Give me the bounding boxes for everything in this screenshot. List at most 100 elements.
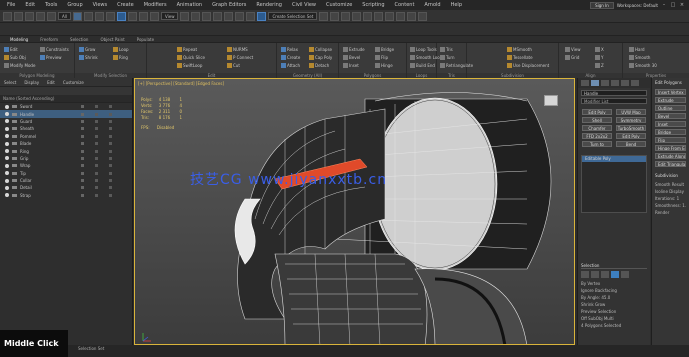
ribbon-hard-button[interactable]: Hard — [629, 46, 645, 52]
freeze-icon[interactable] — [81, 127, 84, 131]
ribbon-relax-button[interactable]: Relax — [281, 46, 298, 52]
ribbon-looptools-button[interactable]: Loop Tools — [410, 46, 437, 52]
edit-named-selection-icon[interactable] — [257, 11, 267, 21]
iterations-spinner[interactable]: Iterations: 1 — [655, 196, 686, 201]
ribbon-bridge-button[interactable]: Bridge — [375, 46, 394, 52]
ribbon-y-button[interactable]: Y — [595, 54, 603, 60]
ribbon-view-align-button[interactable]: View — [565, 46, 581, 52]
ribbon-repeat-button[interactable]: Repeat — [177, 46, 197, 52]
unlink-icon[interactable] — [36, 11, 45, 21]
box-mode-icon[interactable] — [109, 142, 112, 146]
ignore-backfacing-checkbox[interactable]: Ignore Backfacing — [581, 287, 647, 294]
scene-row[interactable]: Guard — [0, 118, 132, 125]
maximize-icon[interactable]: □ — [670, 2, 676, 8]
align-icon[interactable] — [330, 11, 340, 21]
scene-tab-customize[interactable]: Customize — [59, 80, 88, 85]
ribbon-nurms-button[interactable]: NURMS — [227, 46, 248, 52]
scene-tab-display[interactable]: Display — [20, 80, 43, 85]
visibility-eye-icon[interactable] — [5, 193, 9, 198]
render-toggle-icon[interactable] — [95, 193, 98, 197]
visibility-eye-icon[interactable] — [5, 134, 9, 139]
visibility-eye-icon[interactable] — [5, 141, 9, 146]
render-toggle-icon[interactable] — [95, 179, 98, 183]
shrink-grow-buttons[interactable]: Shrink Grow — [581, 301, 647, 308]
modifier-button[interactable]: TurboSmooth — [616, 125, 646, 131]
rendered-frame-icon[interactable] — [407, 11, 417, 21]
freeze-icon[interactable] — [81, 186, 84, 190]
box-mode-icon[interactable] — [109, 119, 112, 123]
ribbon-preview-button[interactable]: Preview — [40, 54, 62, 60]
extrude-along-spline-button[interactable]: Extrude Along Spline — [655, 153, 686, 159]
menu-animation[interactable]: Animation — [172, 2, 208, 8]
select-scale-icon[interactable] — [138, 11, 148, 21]
box-mode-icon[interactable] — [109, 186, 112, 190]
redo-icon[interactable] — [14, 11, 23, 21]
motion-tab-icon[interactable] — [611, 80, 619, 86]
freeze-icon[interactable] — [81, 105, 84, 109]
element-level-icon[interactable] — [621, 271, 629, 278]
menu-modifiers[interactable]: Modifiers — [139, 2, 172, 8]
ribbon-bevel-button[interactable]: Bevel — [343, 54, 360, 60]
box-mode-icon[interactable] — [109, 105, 112, 109]
polygon-level-icon[interactable] — [611, 271, 619, 278]
select-object-icon[interactable] — [72, 11, 82, 21]
freeze-icon[interactable] — [81, 179, 84, 183]
ribbon-constraints-button[interactable]: Constraints — [40, 46, 69, 52]
bind-spacewarp-icon[interactable] — [47, 11, 56, 21]
modifier-button[interactable]: Shell — [582, 117, 612, 123]
tab-object-paint[interactable]: Object Paint — [94, 37, 130, 42]
modifier-button[interactable]: Turn to — [582, 141, 612, 147]
box-mode-icon[interactable] — [109, 149, 112, 153]
curve-editor-icon[interactable] — [363, 11, 373, 21]
ribbon-cut-button[interactable]: Cut — [227, 62, 240, 68]
render-toggle-icon[interactable] — [95, 186, 98, 190]
freeze-icon[interactable] — [81, 112, 84, 116]
ribbon-edit-button[interactable]: Edit — [4, 46, 18, 52]
display-tab-icon[interactable] — [621, 80, 629, 86]
inset-button[interactable]: Inset — [655, 121, 686, 127]
select-manipulate-icon[interactable] — [191, 11, 201, 21]
ribbon-create-button[interactable]: Create — [281, 54, 300, 60]
box-mode-icon[interactable] — [109, 156, 112, 160]
ribbon-turn-button[interactable]: Turn — [440, 54, 454, 60]
render-toggle-icon[interactable] — [95, 134, 98, 138]
modifier-button[interactable]: Symmetry — [616, 117, 646, 123]
bevel-button[interactable]: Bevel — [655, 113, 686, 119]
ribbon-swiftloop-button[interactable]: SwiftLoop — [177, 62, 202, 68]
freeze-icon[interactable] — [81, 134, 84, 138]
visibility-eye-icon[interactable] — [5, 149, 9, 154]
keyboard-shortcut-icon[interactable] — [202, 11, 212, 21]
sign-in-button[interactable]: Sign In — [590, 1, 614, 9]
ribbon-attach-button[interactable]: Attach — [281, 62, 300, 68]
menu-graph-editors[interactable]: Graph Editors — [207, 2, 251, 8]
material-editor-icon[interactable] — [385, 11, 395, 21]
object-name-field[interactable]: Handle — [581, 90, 647, 96]
ribbon-pconnect-button[interactable]: P Connect — [227, 54, 253, 60]
ribbon-grid-align-button[interactable]: Grid — [565, 54, 579, 60]
schematic-view-icon[interactable] — [374, 11, 384, 21]
modifier-button[interactable]: Edit Poly — [582, 109, 612, 115]
named-selection-dropdown[interactable]: Create Selection Set — [268, 12, 318, 20]
hierarchy-tab-icon[interactable] — [601, 80, 609, 86]
ribbon-detach-button[interactable]: Detach — [309, 62, 329, 68]
mirror-icon[interactable] — [319, 11, 329, 21]
box-mode-icon[interactable] — [109, 164, 112, 168]
ribbon-x-button[interactable]: X — [595, 46, 604, 52]
scene-row[interactable]: Strap — [0, 192, 132, 199]
viewcube-icon[interactable] — [544, 95, 558, 106]
angle-snap-icon[interactable] — [224, 11, 234, 21]
menu-rendering[interactable]: Rendering — [251, 2, 287, 8]
scene-tab-select[interactable]: Select — [0, 80, 20, 85]
render-icon[interactable] — [418, 11, 428, 21]
select-by-name-icon[interactable] — [83, 11, 93, 21]
ribbon-ring-button[interactable]: Ring — [113, 54, 128, 60]
rect-selection-icon[interactable] — [94, 11, 104, 21]
outline-button[interactable]: Outline — [655, 105, 686, 111]
visibility-eye-icon[interactable] — [5, 178, 9, 183]
link-icon[interactable] — [25, 11, 34, 21]
flip-button[interactable]: Flip — [655, 137, 686, 143]
pivot-center-icon[interactable] — [180, 11, 190, 21]
preview-selection-radios[interactable]: Off SubObj Multi — [581, 315, 647, 322]
scene-row[interactable]: Collar — [0, 177, 132, 184]
freeze-icon[interactable] — [81, 142, 84, 146]
